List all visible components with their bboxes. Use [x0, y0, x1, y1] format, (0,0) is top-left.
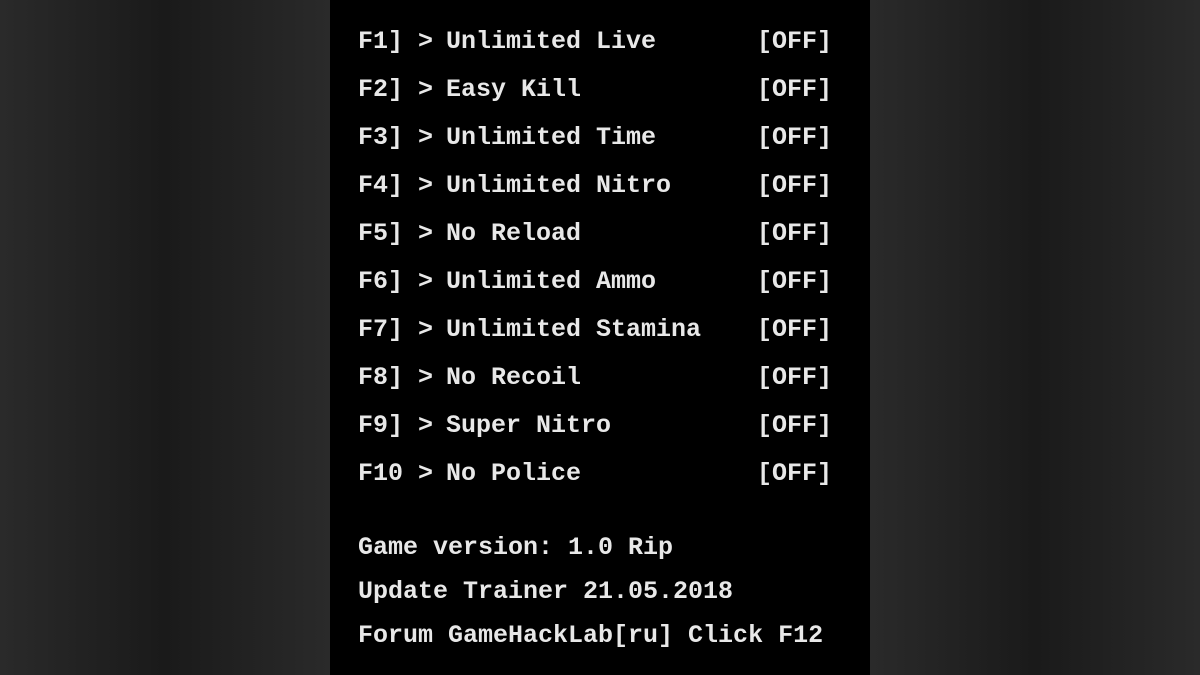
- cheat-row-super-nitro[interactable]: F9] > Super Nitro [OFF]: [358, 402, 842, 450]
- cheat-key: F1]: [358, 18, 418, 66]
- cheat-status: [OFF]: [757, 354, 842, 402]
- cheat-name: No Recoil: [446, 354, 757, 402]
- cheat-status: [OFF]: [757, 18, 842, 66]
- game-version-label: Game version: 1.0 Rip: [358, 526, 842, 570]
- arrow-icon: >: [418, 18, 446, 66]
- arrow-icon: >: [418, 354, 446, 402]
- cheat-key: F10: [358, 450, 418, 498]
- arrow-icon: >: [418, 114, 446, 162]
- side-panel-left: [0, 0, 330, 675]
- cheat-name: Unlimited Time: [446, 114, 757, 162]
- cheat-key: F6]: [358, 258, 418, 306]
- arrow-icon: >: [418, 210, 446, 258]
- cheat-row-no-police[interactable]: F10 > No Police [OFF]: [358, 450, 842, 498]
- cheat-status: [OFF]: [757, 402, 842, 450]
- forum-label: Forum GameHackLab[ru] Click F12: [358, 614, 842, 658]
- cheat-status: [OFF]: [757, 114, 842, 162]
- cheat-key: F8]: [358, 354, 418, 402]
- trainer-window: F1] > Unlimited Live [OFF] F2] > Easy Ki…: [330, 0, 870, 675]
- cheat-key: F2]: [358, 66, 418, 114]
- cheat-key: F7]: [358, 306, 418, 354]
- cheat-row-unlimited-stamina[interactable]: F7] > Unlimited Stamina [OFF]: [358, 306, 842, 354]
- info-block: Game version: 1.0 Rip Update Trainer 21.…: [358, 526, 842, 658]
- cheat-list: F1] > Unlimited Live [OFF] F2] > Easy Ki…: [358, 18, 842, 498]
- cheat-row-unlimited-ammo[interactable]: F6] > Unlimited Ammo [OFF]: [358, 258, 842, 306]
- cheat-key: F4]: [358, 162, 418, 210]
- cheat-name: Unlimited Stamina: [446, 306, 757, 354]
- cheat-key: F5]: [358, 210, 418, 258]
- cheat-name: Unlimited Nitro: [446, 162, 757, 210]
- arrow-icon: >: [418, 66, 446, 114]
- cheat-status: [OFF]: [757, 66, 842, 114]
- cheat-status: [OFF]: [757, 210, 842, 258]
- cheat-name: Unlimited Live: [446, 18, 757, 66]
- cheat-row-easy-kill[interactable]: F2] > Easy Kill [OFF]: [358, 66, 842, 114]
- cheat-status: [OFF]: [757, 306, 842, 354]
- side-panel-right: [870, 0, 1200, 675]
- arrow-icon: >: [418, 306, 446, 354]
- cheat-name: No Police: [446, 450, 757, 498]
- cheat-status: [OFF]: [757, 258, 842, 306]
- cheat-name: Easy Kill: [446, 66, 757, 114]
- arrow-icon: >: [418, 162, 446, 210]
- cheat-name: Unlimited Ammo: [446, 258, 757, 306]
- cheat-row-no-reload[interactable]: F5] > No Reload [OFF]: [358, 210, 842, 258]
- cheat-row-no-recoil[interactable]: F8] > No Recoil [OFF]: [358, 354, 842, 402]
- cheat-status: [OFF]: [757, 162, 842, 210]
- arrow-icon: >: [418, 450, 446, 498]
- update-date-label: Update Trainer 21.05.2018: [358, 570, 842, 614]
- cheat-key: F9]: [358, 402, 418, 450]
- cheat-row-unlimited-live[interactable]: F1] > Unlimited Live [OFF]: [358, 18, 842, 66]
- arrow-icon: >: [418, 258, 446, 306]
- cheat-row-unlimited-time[interactable]: F3] > Unlimited Time [OFF]: [358, 114, 842, 162]
- cheat-name: No Reload: [446, 210, 757, 258]
- cheat-row-unlimited-nitro[interactable]: F4] > Unlimited Nitro [OFF]: [358, 162, 842, 210]
- cheat-name: Super Nitro: [446, 402, 757, 450]
- cheat-status: [OFF]: [757, 450, 842, 498]
- arrow-icon: >: [418, 402, 446, 450]
- cheat-key: F3]: [358, 114, 418, 162]
